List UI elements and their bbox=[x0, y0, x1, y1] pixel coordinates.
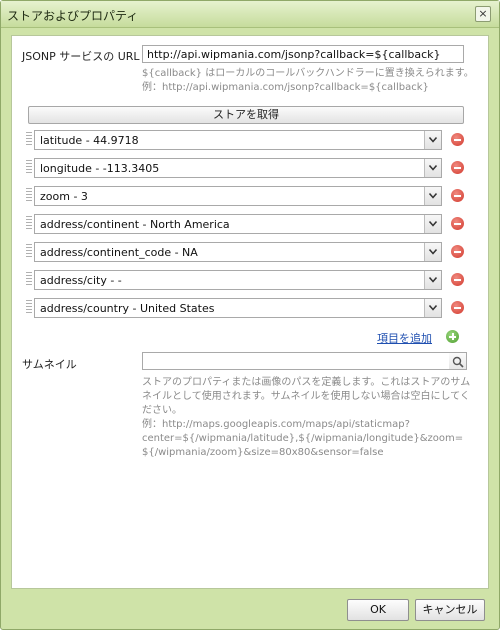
property-value: zoom - 3 bbox=[40, 190, 88, 203]
remove-item-button[interactable] bbox=[451, 301, 464, 314]
property-row: longitude - -113.3405 bbox=[26, 158, 474, 178]
property-row: address/country - United States bbox=[26, 298, 474, 318]
search-icon bbox=[452, 356, 464, 368]
drag-handle[interactable] bbox=[26, 132, 32, 146]
add-icon[interactable] bbox=[446, 330, 459, 343]
property-select[interactable]: latitude - 44.9718 bbox=[34, 130, 442, 150]
thumbnail-input[interactable] bbox=[142, 352, 450, 370]
dropdown-button[interactable] bbox=[424, 187, 441, 205]
property-select[interactable]: address/continent - North America bbox=[34, 214, 442, 234]
thumbnail-hint-line: ださい。 bbox=[142, 405, 182, 416]
store-properties-dialog: ストアおよびプロパティ × JSONP サービスの URL ${callback… bbox=[0, 0, 500, 630]
thumbnail-label: サムネイル bbox=[22, 358, 77, 371]
dialog-title: ストアおよびプロパティ bbox=[7, 9, 139, 23]
thumbnail-hint-line: ネイルとして使用されます。サムネイルを使用しない場合は空白にしてく bbox=[142, 391, 470, 402]
drag-handle[interactable] bbox=[26, 216, 32, 230]
drag-handle[interactable] bbox=[26, 300, 32, 314]
property-row: address/continent_code - NA bbox=[26, 242, 474, 262]
property-value: address/continent - North America bbox=[40, 218, 230, 231]
property-select[interactable]: address/city - - bbox=[34, 270, 442, 290]
thumbnail-hint-line: 例：http://maps.googleapis.com/maps/api/st… bbox=[142, 419, 410, 430]
chevron-down-icon bbox=[429, 221, 437, 227]
dropdown-button[interactable] bbox=[424, 159, 441, 177]
jsonp-url-input[interactable] bbox=[142, 45, 464, 63]
property-select[interactable]: address/continent_code - NA bbox=[34, 242, 442, 262]
dropdown-button[interactable] bbox=[424, 131, 441, 149]
remove-item-button[interactable] bbox=[451, 245, 464, 258]
jsonp-hint-line-2: 例：http://api.wipmania.com/jsonp?callback… bbox=[142, 82, 429, 93]
property-select[interactable]: longitude - -113.3405 bbox=[34, 158, 442, 178]
remove-item-button[interactable] bbox=[451, 189, 464, 202]
property-select[interactable]: zoom - 3 bbox=[34, 186, 442, 206]
drag-handle[interactable] bbox=[26, 272, 32, 286]
chevron-down-icon bbox=[429, 137, 437, 143]
dropdown-button[interactable] bbox=[424, 243, 441, 261]
property-row: address/city - - bbox=[26, 270, 474, 290]
dialog-footer: OK キャンセル bbox=[1, 593, 499, 629]
property-row: zoom - 3 bbox=[26, 186, 474, 206]
drag-handle[interactable] bbox=[26, 188, 32, 202]
drag-handle[interactable] bbox=[26, 244, 32, 258]
property-row: latitude - 44.9718 bbox=[26, 130, 474, 150]
cancel-button[interactable]: キャンセル bbox=[415, 599, 485, 621]
add-item-link[interactable]: 項目を追加 bbox=[377, 330, 432, 346]
dialog-body: JSONP サービスの URL ${callback} はローカルのコールバック… bbox=[11, 35, 489, 589]
thumbnail-hint-line: center=${/wipmania/latitude},${/wipmania… bbox=[142, 433, 464, 444]
chevron-down-icon bbox=[429, 249, 437, 255]
jsonp-hint-line-1: ${callback} はローカルのコールバックハンドラーに置き換えられます。 bbox=[142, 68, 474, 79]
property-value: address/country - United States bbox=[40, 302, 215, 315]
chevron-down-icon bbox=[429, 277, 437, 283]
remove-item-button[interactable] bbox=[451, 273, 464, 286]
remove-item-button[interactable] bbox=[451, 217, 464, 230]
dropdown-button[interactable] bbox=[424, 299, 441, 317]
property-row: address/continent - North America bbox=[26, 214, 474, 234]
property-value: longitude - -113.3405 bbox=[40, 162, 160, 175]
remove-item-button[interactable] bbox=[451, 133, 464, 146]
dropdown-button[interactable] bbox=[424, 271, 441, 289]
close-icon: × bbox=[478, 7, 488, 20]
remove-item-button[interactable] bbox=[451, 161, 464, 174]
drag-handle[interactable] bbox=[26, 160, 32, 174]
chevron-down-icon bbox=[429, 305, 437, 311]
ok-button[interactable]: OK bbox=[347, 599, 409, 621]
thumbnail-hint-line: ${/wipmania/zoom}&size=80x80&sensor=fals… bbox=[142, 447, 384, 458]
property-value: address/city - - bbox=[40, 274, 122, 287]
fetch-store-button[interactable]: ストアを取得 bbox=[28, 106, 464, 124]
chevron-down-icon bbox=[429, 165, 437, 171]
title-bar[interactable]: ストアおよびプロパティ × bbox=[1, 1, 499, 28]
jsonp-url-label: JSONP サービスの URL bbox=[22, 50, 140, 63]
chevron-down-icon bbox=[429, 193, 437, 199]
property-value: latitude - 44.9718 bbox=[40, 134, 139, 147]
browse-button[interactable] bbox=[449, 352, 467, 370]
close-button[interactable]: × bbox=[475, 6, 491, 22]
property-value: address/continent_code - NA bbox=[40, 246, 198, 259]
thumbnail-hint-line: ストアのプロパティまたは画像のパスを定義します。これはストアのサム bbox=[142, 377, 471, 388]
dropdown-button[interactable] bbox=[424, 215, 441, 233]
property-select[interactable]: address/country - United States bbox=[34, 298, 442, 318]
